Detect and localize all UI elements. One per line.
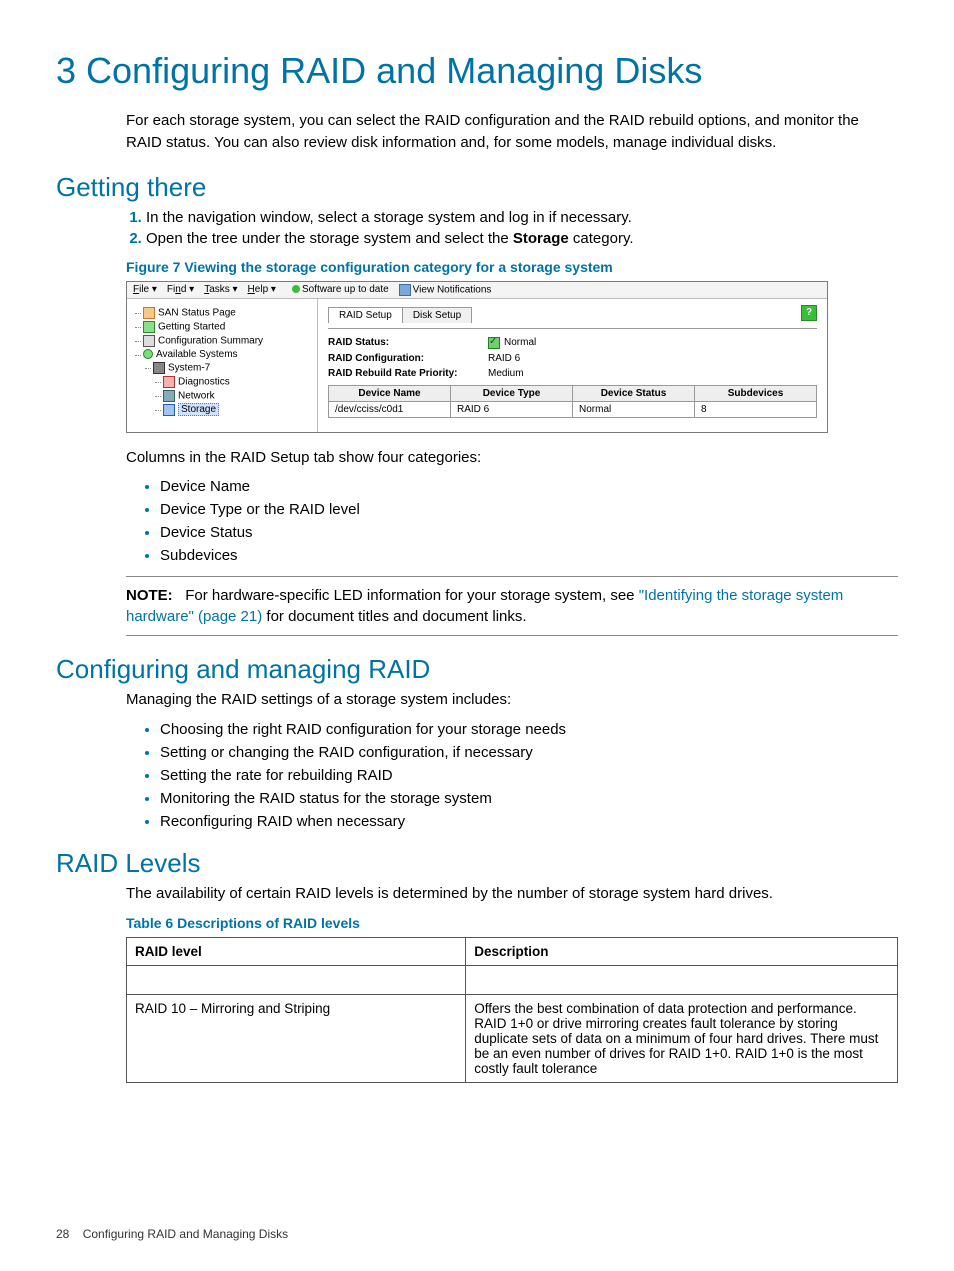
configuring-intro: Managing the RAID settings of a storage … [126,689,898,711]
page-footer: 28 Configuring RAID and Managing Disks [56,1227,288,1241]
list-item: Reconfiguring RAID when necessary [160,813,898,830]
list-item: Choosing the right RAID configuration fo… [160,721,898,738]
summary-icon [143,335,155,347]
system-icon [153,362,165,374]
menu-file[interactable]: File ▾ [133,284,157,295]
columns-intro: Columns in the RAID Setup tab show four … [126,447,898,469]
tree-storage[interactable]: Storage [163,404,313,416]
columns-list: Device Name Device Type or the RAID leve… [126,478,898,564]
section-raid-levels: RAID Levels [56,848,898,879]
tree-network[interactable]: Network [163,390,313,402]
cell-raid-level: RAID 10 – Mirroring and Striping [127,994,466,1082]
col-raid-level: RAID level [127,937,466,965]
page-number: 28 [56,1227,69,1241]
list-item: Subdevices [160,547,898,564]
menu-tasks[interactable]: Tasks ▾ [204,284,237,295]
list-item: Setting or changing the RAID configurati… [160,744,898,761]
status-dot-icon [292,285,300,293]
col-device-name[interactable]: Device Name [329,385,451,401]
notification-icon [399,284,411,296]
footer-title: Configuring RAID and Managing Disks [83,1227,288,1241]
note-label: NOTE: [126,587,173,604]
configuring-list: Choosing the right RAID configuration fo… [126,721,898,830]
step-2-bold: Storage [513,230,569,247]
storage-icon [163,404,175,416]
device-table: Device Name Device Type Device Status Su… [328,385,817,418]
raid-status-label: RAID Status: [328,337,488,348]
check-icon [488,337,500,349]
cell-device-status: Normal [573,401,695,417]
page-title: 3 Configuring RAID and Managing Disks [56,50,898,92]
section-configuring-raid: Configuring and managing RAID [56,654,898,685]
list-item: Device Type or the RAID level [160,501,898,518]
cell-description: Offers the best combination of data prot… [466,994,898,1082]
getting-there-steps: In the navigation window, select a stora… [126,209,898,247]
menu-find[interactable]: Find ▾ [167,284,194,295]
list-item: Monitoring the RAID status for the stora… [160,790,898,807]
list-item: Device Name [160,478,898,495]
raid-config-label: RAID Configuration: [328,353,488,364]
step-1: In the navigation window, select a stora… [146,209,898,226]
col-device-type[interactable]: Device Type [451,385,573,401]
home-icon [143,307,155,319]
diagnostics-icon [163,376,175,388]
nav-tree: SAN Status Page Getting Started Configur… [127,299,318,432]
table-row: RAID 10 – Mirroring and Striping Offers … [127,994,898,1082]
help-icon[interactable]: ? [801,305,817,321]
tree-diagnostics[interactable]: Diagnostics [163,376,313,388]
note-text-a: For hardware-specific LED information fo… [185,587,639,604]
tree-available-systems[interactable]: Available Systems System-7 Diagnostics N… [143,349,313,416]
raid-priority-value: Medium [488,368,524,379]
menu-help[interactable]: Help ▾ [248,284,276,295]
menu-bar: File ▾ Find ▾ Tasks ▾ Help ▾ Software up… [127,282,827,299]
step-2: Open the tree under the storage system a… [146,230,898,247]
tree-config-summary[interactable]: Configuration Summary [143,335,313,347]
software-status: Software up to date [292,284,389,295]
col-device-status[interactable]: Device Status [573,385,695,401]
table-row [127,965,898,994]
table-6-caption: Table 6 Descriptions of RAID levels [126,915,898,931]
tree-system-7[interactable]: System-7 Diagnostics Network Storage [153,362,313,416]
network-icon [163,390,175,402]
view-notifications[interactable]: View Notifications [399,284,492,296]
raid-priority-label: RAID Rebuild Rate Priority: [328,368,488,379]
col-subdevices[interactable]: Subdevices [695,385,817,401]
figure-7-caption: Figure 7 Viewing the storage configurati… [126,259,898,275]
table-row[interactable]: /dev/cciss/c0d1 RAID 6 Normal 8 [329,401,817,417]
figure-7-screenshot: File ▾ Find ▾ Tasks ▾ Help ▾ Software up… [126,281,828,433]
cell-device-type: RAID 6 [451,401,573,417]
cell-subdevices: 8 [695,401,817,417]
intro-paragraph: For each storage system, you can select … [126,110,898,154]
available-icon [143,349,153,359]
tree-getting-started[interactable]: Getting Started [143,321,313,333]
list-item: Setting the rate for rebuilding RAID [160,767,898,784]
start-icon [143,321,155,333]
main-panel: ? RAID Setup Disk Setup RAID Status: Norm… [318,299,827,432]
tree-san-status[interactable]: SAN Status Page [143,307,313,319]
raid-status-value: Normal [504,337,536,348]
cell-device-name: /dev/cciss/c0d1 [329,401,451,417]
note-text-b: for document titles and document links. [262,608,526,625]
section-getting-there: Getting there [56,172,898,203]
note-box: NOTE: For hardware-specific LED informat… [126,576,898,636]
tab-raid-setup[interactable]: RAID Setup [328,307,403,323]
col-description: Description [466,937,898,965]
tab-disk-setup[interactable]: Disk Setup [402,307,472,323]
raid-config-value: RAID 6 [488,353,520,364]
raid-levels-intro: The availability of certain RAID levels … [126,883,898,905]
list-item: Device Status [160,524,898,541]
raid-levels-table: RAID level Description RAID 10 – Mirrori… [126,937,898,1083]
